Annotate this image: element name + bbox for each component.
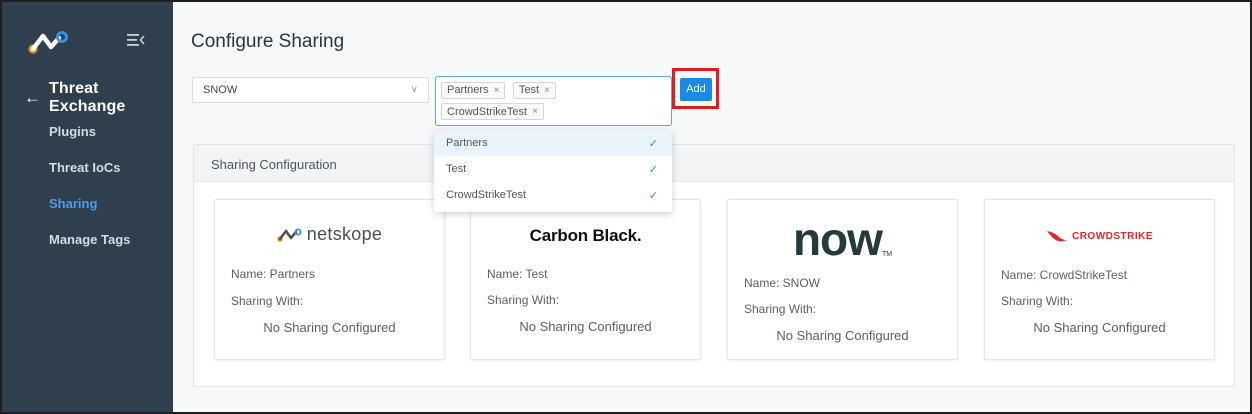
tags-dropdown-menu: Partners ✓ Test ✓ CrowdStrikeTest ✓ (434, 130, 672, 212)
dropdown-option-test[interactable]: Test ✓ (434, 156, 672, 182)
falcon-icon (1046, 231, 1067, 242)
option-label: Test (446, 163, 467, 175)
app-frame: ← Threat Exchange Plugins Threat IoCs Sh… (0, 0, 1252, 414)
sidebar-item-manage-tags[interactable]: Manage Tags (49, 232, 130, 247)
sidebar-item-sharing[interactable]: Sharing (49, 196, 97, 211)
main-content: Configure Sharing SNOW ∨ Partners × Test… (173, 2, 1250, 412)
page-title: Configure Sharing (191, 31, 345, 52)
card-name: Name: SNOW (744, 276, 821, 290)
plugin-card-crowdstrike: CROWDSTRIKE Name: CrowdStrikeTest Sharin… (984, 199, 1215, 360)
servicenow-logo-tm: TM (881, 251, 893, 258)
card-empty-state: No Sharing Configured (263, 320, 396, 335)
selected-tag-crowdstriketest: CrowdStrikeTest × (441, 103, 544, 120)
tag-label: Test (518, 84, 540, 96)
netskope-logo-text: netskope (306, 224, 383, 244)
back-threat-exchange[interactable]: ← Threat Exchange (24, 80, 173, 116)
source-plugin-select[interactable]: SNOW ∨ (192, 77, 429, 103)
servicenow-logo: now TM (728, 216, 957, 262)
sidebar: ← Threat Exchange Plugins Threat IoCs Sh… (2, 2, 173, 412)
tag-label: Partners (447, 84, 489, 96)
sharing-configuration-panel: Sharing Configuration netskope Name: Par… (193, 144, 1235, 387)
source-select-value: SNOW (203, 84, 238, 96)
card-name: Name: CrowdStrikeTest (1001, 268, 1128, 282)
back-label: Threat Exchange (49, 80, 126, 115)
selected-tag-partners: Partners × (441, 81, 506, 99)
card-name: Name: Partners (231, 267, 316, 281)
carbon-black-logo-text: Carbon Black. (529, 226, 642, 245)
sidebar-item-plugins[interactable]: Plugins (49, 124, 96, 139)
check-icon: ✓ (648, 163, 658, 176)
plugin-card-netskope: netskope Name: Partners Sharing With: No… (214, 199, 445, 360)
netskope-logo-icon[interactable] (28, 30, 72, 54)
menu-collapse-icon[interactable] (126, 31, 146, 49)
sharing-configuration-header: Sharing Configuration (194, 145, 1234, 182)
option-label: Partners (446, 137, 488, 149)
tag-label: CrowdStrikeTest (447, 105, 528, 118)
dropdown-option-partners[interactable]: Partners ✓ (434, 130, 672, 156)
netskope-logo: netskope (215, 224, 444, 245)
add-button-highlight: Add (672, 68, 719, 109)
selected-tag-test: Test × (512, 81, 556, 99)
card-empty-state: No Sharing Configured (519, 319, 652, 334)
card-empty-state: No Sharing Configured (776, 328, 909, 343)
back-arrow-icon: ← (24, 88, 41, 107)
dropdown-option-crowdstriketest[interactable]: CrowdStrikeTest ✓ (434, 182, 672, 208)
check-icon: ✓ (648, 189, 658, 202)
card-sharing-label: Sharing With: (744, 302, 817, 316)
netskope-logo-icon (276, 228, 302, 242)
card-sharing-label: Sharing With: (487, 293, 560, 307)
check-icon: ✓ (648, 137, 658, 150)
remove-tag-icon[interactable]: × (494, 85, 500, 96)
target-tags-multiselect[interactable]: Partners × Test × CrowdStrikeTest × (435, 76, 672, 126)
card-sharing-label: Sharing With: (231, 294, 304, 308)
sidebar-item-threat-iocs[interactable]: Threat IoCs (49, 160, 121, 175)
crowdstrike-logo-text: CROWDSTRIKE (1071, 230, 1154, 242)
card-name: Name: Test (487, 267, 548, 281)
plugin-card-carbon-black: Carbon Black. Name: Test Sharing With: N… (470, 199, 701, 360)
card-sharing-label: Sharing With: (1001, 294, 1074, 308)
remove-tag-icon[interactable]: × (544, 85, 550, 96)
add-button[interactable]: Add (680, 78, 712, 101)
carbon-black-logo: Carbon Black. (471, 226, 700, 246)
servicenow-logo-text: now (792, 213, 883, 265)
remove-tag-icon[interactable]: × (532, 106, 538, 117)
option-label: CrowdStrikeTest (446, 189, 527, 201)
card-empty-state: No Sharing Configured (1033, 320, 1166, 335)
crowdstrike-logo: CROWDSTRIKE (985, 229, 1214, 243)
chevron-down-icon: ∨ (410, 84, 418, 95)
plugin-card-servicenow: now TM Name: SNOW Sharing With: No Shari… (727, 199, 958, 360)
